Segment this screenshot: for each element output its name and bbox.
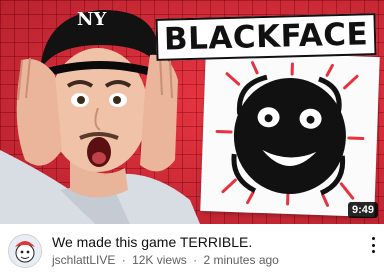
video-title-link[interactable]: We made this game TERRIBLE. xyxy=(52,233,252,251)
svg-text:NY: NY xyxy=(77,9,107,30)
thumbnail-overlay-title: BLACKFACE xyxy=(155,13,377,61)
video-details: We made this game TERRIBLE. jschlattLIVE… xyxy=(0,224,384,272)
meta-separator: · xyxy=(121,253,126,267)
scribble-face-drawing xyxy=(215,61,365,207)
view-count: 12K views xyxy=(132,253,187,267)
meta-separator: · xyxy=(193,253,198,267)
channel-avatar[interactable] xyxy=(8,234,42,268)
duration-badge: 9:49 xyxy=(347,202,378,218)
video-thumbnail[interactable]: NY BLACKFACE 9:49 xyxy=(0,0,384,224)
avatar-icon xyxy=(9,235,41,267)
video-metadata: jschlattLIVE · 12K views · 2 minutes ago xyxy=(52,253,279,268)
more-vertical-icon[interactable] xyxy=(366,234,380,256)
drawing-card xyxy=(202,53,378,215)
channel-name-link[interactable]: jschlattLIVE xyxy=(52,253,115,267)
hat-logo-icon: NY xyxy=(77,9,107,30)
upload-age: 2 minutes ago xyxy=(203,253,279,267)
video-card[interactable]: NY BLACKFACE 9:49 We made this game TERR… xyxy=(0,0,384,272)
